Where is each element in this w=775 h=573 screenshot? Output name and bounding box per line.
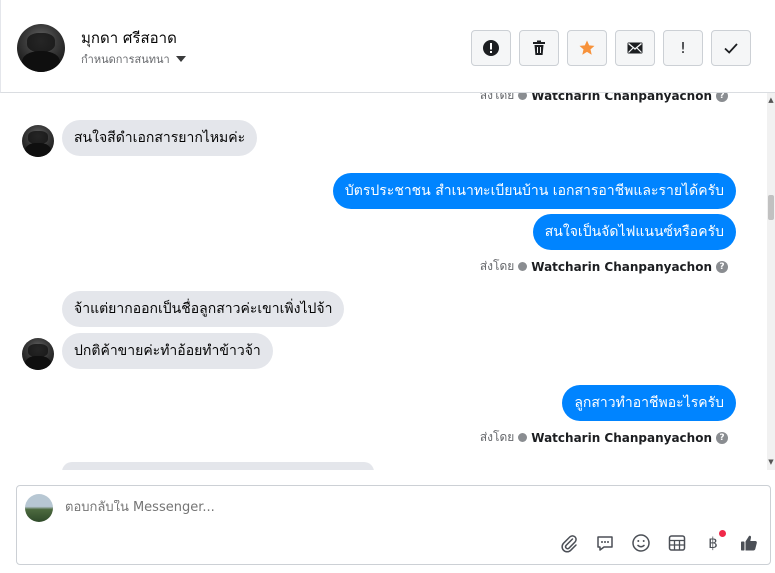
paperclip-icon	[561, 535, 577, 553]
help-icon[interactable]: ?	[716, 260, 728, 273]
report-button[interactable]	[471, 30, 511, 66]
message-incoming-partial[interactable]	[62, 462, 374, 470]
help-icon[interactable]: ?	[716, 431, 728, 444]
help-icon[interactable]: ?	[716, 93, 728, 102]
message-outgoing[interactable]: บัตรประชาชน สำเนาทะเบียนบ้าน เอกสารอาชีพ…	[332, 173, 736, 209]
notification-dot	[719, 530, 726, 537]
message-incoming[interactable]: จ้าแต่ยากออกเป็นชื่อลูกสาวค่ะเขาเพิ่งไปจ…	[62, 291, 345, 327]
star-icon	[579, 40, 595, 55]
composer-toolbar: ฿	[558, 530, 760, 554]
sent-by-line: ส่งโดย Watcharin Chanpanyachon ?	[480, 428, 728, 447]
follow-up-button[interactable]: !	[663, 30, 703, 66]
message-incoming[interactable]: ปกติค้าขายค่ะทำอ้อยทำข้าวจ้า	[62, 333, 273, 369]
envelope-icon	[627, 42, 643, 54]
like-button[interactable]	[738, 532, 760, 554]
attach-button[interactable]	[558, 532, 580, 554]
check-icon	[724, 43, 738, 54]
payment-button[interactable]: ฿	[702, 530, 726, 554]
page-icon	[518, 433, 528, 442]
message-outgoing[interactable]: ลูกสาวทำอาชีพอะไรครับ	[562, 385, 736, 421]
contact-avatar-small	[22, 125, 54, 157]
conversation-settings-dropdown[interactable]: กำหนดการสนทนา	[81, 50, 186, 68]
mark-done-button[interactable]	[711, 30, 751, 66]
page-icon	[518, 262, 528, 271]
sent-by-line: ส่งโดย Watcharin Chanpanyachon ?	[480, 257, 728, 276]
smiley-icon	[632, 534, 650, 552]
emoji-button[interactable]	[630, 532, 652, 554]
report-icon	[483, 40, 499, 56]
conversation-header: มุกดา ศรีสอาด กำหนดการสนทนา !	[0, 0, 775, 93]
scrollbar-thumb[interactable]	[768, 195, 774, 220]
reply-input[interactable]	[65, 500, 665, 515]
exclamation-icon: !	[679, 39, 686, 57]
thumbs-up-icon	[741, 535, 757, 551]
mark-unread-button[interactable]	[615, 30, 655, 66]
star-button[interactable]	[567, 30, 607, 66]
caret-down-icon	[175, 56, 186, 62]
contact-avatar[interactable]	[17, 24, 65, 72]
message-thread: ส่งโดย Watcharin Chanpanyachon ? สนใจสีด…	[0, 93, 767, 470]
appointment-button[interactable]	[666, 532, 688, 554]
contact-name[interactable]: มุกดา ศรีสอาด	[81, 26, 177, 50]
header-toolbar: !	[471, 30, 751, 66]
delete-button[interactable]	[519, 30, 559, 66]
conversation-settings-label: กำหนดการสนทนา	[81, 53, 170, 66]
message-incoming[interactable]: สนใจสีดำเอกสารยากไหมค่ะ	[62, 120, 258, 156]
message-outgoing[interactable]: สนใจเป็นจัดไฟแนนซ์หรือครับ	[532, 214, 736, 250]
baht-icon: ฿	[708, 534, 718, 552]
saved-replies-button[interactable]	[594, 532, 616, 554]
thread-scrollbar[interactable]	[767, 93, 775, 470]
contact-avatar-small	[22, 338, 54, 370]
scroll-down-arrow-icon[interactable]: ▼	[767, 458, 775, 466]
sent-by-line: ส่งโดย Watcharin Chanpanyachon ?	[480, 93, 728, 105]
scroll-up-arrow-icon[interactable]: ▲	[767, 96, 775, 104]
trash-icon	[533, 40, 545, 55]
page-icon	[518, 93, 528, 100]
table-icon	[668, 535, 686, 551]
page-avatar	[25, 494, 53, 522]
speech-bubble-icon	[597, 536, 613, 551]
reply-composer: ฿	[16, 485, 771, 565]
